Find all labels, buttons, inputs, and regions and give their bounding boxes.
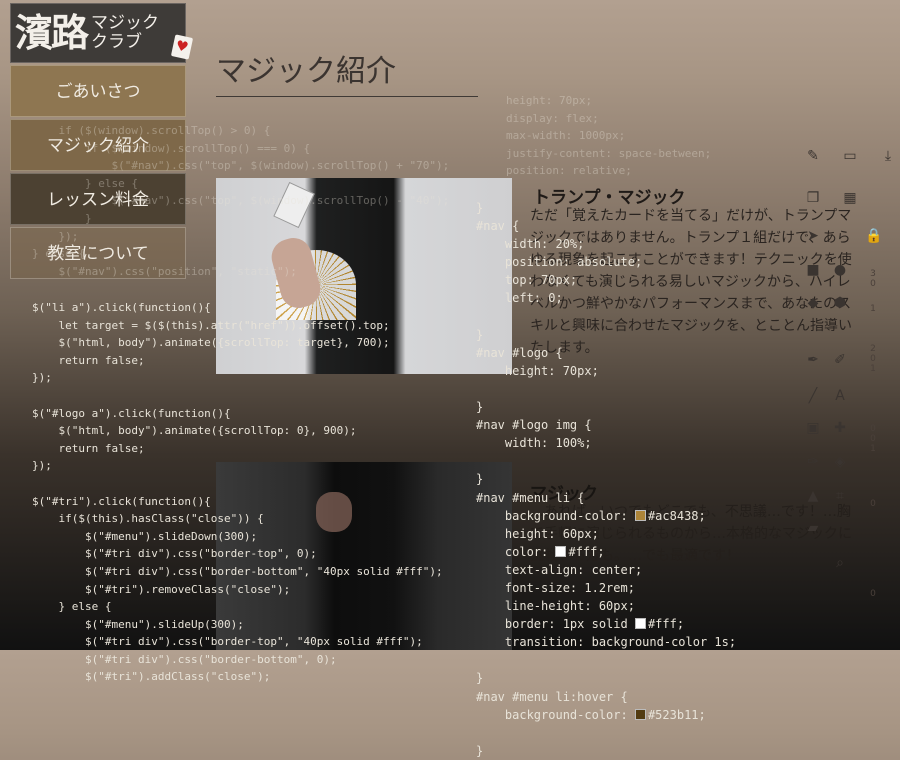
css-code-line (476, 380, 736, 398)
site-logo[interactable]: 濱路 マジック クラブ ♥ (10, 3, 194, 63)
css-code-line: } (476, 671, 484, 686)
circle-icon[interactable]: ● (832, 262, 848, 278)
square-icon[interactable]: ■ (805, 262, 821, 278)
logo-sub-line2: クラブ (91, 32, 143, 52)
css-code-line: #nav #menu li { (476, 490, 585, 505)
lock-icon[interactable]: 🔒 (865, 228, 882, 244)
css-code-line (476, 651, 736, 669)
text-icon[interactable]: A (832, 388, 848, 404)
copy-icon[interactable]: ❐ (805, 190, 821, 206)
css-code-line: font-size: 1.2rem; (476, 580, 635, 595)
ruler-number: 1 (870, 364, 876, 374)
css-code-line: position: absolute; (476, 255, 643, 270)
css-code-line: left: 0; (476, 291, 563, 306)
brush-icon[interactable]: ✐ (832, 352, 848, 368)
eraser-icon[interactable]: ▰ (805, 520, 821, 536)
ruler-number: 0 (870, 499, 876, 509)
css-code-line (476, 452, 736, 470)
ruler-number: 1 (870, 304, 876, 314)
css-code-line: background-color: #523b11; (476, 707, 706, 722)
crop-icon[interactable]: ⌗ (832, 488, 848, 504)
color-swatch[interactable] (634, 708, 646, 720)
css-code-line: #nav #menu li:hover { (476, 689, 628, 704)
fill-icon[interactable]: ◈ (832, 454, 848, 470)
color-swatch[interactable] (634, 509, 646, 521)
cursor-icon[interactable]: ➤ (805, 228, 821, 244)
plus-icon[interactable]: ✚ (832, 420, 848, 436)
css-code-line: background-color: #ac8438; (476, 508, 706, 523)
zoom-icon[interactable]: ⌕ (832, 555, 848, 571)
css-code-line: height: 70px; (476, 363, 599, 378)
logo-sub-line1: マジック (91, 13, 160, 33)
ruler-number: 0 (870, 354, 876, 364)
page-title: マジック紹介 (216, 46, 478, 97)
css-code-line: } (476, 327, 484, 342)
download-icon[interactable]: ⤓ (880, 148, 896, 164)
ruler-number: 0 (870, 589, 876, 599)
logo-main-text: 濱路 (15, 10, 89, 55)
css-code-line: } (476, 743, 484, 758)
grid-icon[interactable]: ▦ (842, 190, 858, 206)
css-code-line: width: 100%; (476, 436, 592, 451)
js-code-block-faded: if ($(window).scrollTop() > 0) { if ($(w… (32, 124, 450, 278)
line-icon[interactable]: ╱ (805, 388, 821, 404)
logo-sub-text: マジック クラブ (91, 14, 159, 52)
hexagon-icon[interactable]: ⬢ (832, 295, 848, 311)
ruler-number: 0 (870, 279, 876, 289)
css-code-line: } (476, 201, 484, 215)
css-code-line: #nav #logo { (476, 345, 563, 360)
tool-panel: ✎ ▭ ⤓ ❐ ▦ ➤ 🔒 ■ ● ◆ ⬢ ✒ ✐ ╱ A ▣ ✚ ✑ ◈ ▲ ⌗ ▰ ⌕ 3 0 1 2 0 1 0 0 1 0 0 (795, 140, 895, 640)
ruler-number: 0 (870, 424, 876, 434)
color-swatch[interactable] (634, 618, 646, 630)
css-code-block-faded: height: 70px; display: flex; max-width: … (506, 94, 712, 178)
css-code-line: width: 20%; (476, 237, 585, 252)
edit-icon[interactable]: ✎ (805, 148, 821, 164)
ruler-number: 1 (870, 444, 876, 454)
css-code-line: border: 1px solid #fff; (476, 617, 685, 632)
css-code-line: text-align: center; (476, 562, 643, 577)
css-code-line: line-height: 60px; (476, 599, 635, 614)
image-icon[interactable]: ▣ (805, 420, 821, 436)
stamp-icon[interactable]: ▲ (805, 488, 821, 504)
css-code-line: } (476, 400, 484, 415)
css-code-line: } (476, 472, 484, 487)
css-code-line (476, 308, 736, 326)
eyedropper-icon[interactable]: ✑ (805, 454, 821, 470)
ruler-number: 2 (870, 344, 876, 354)
ruler-number: 0 (870, 434, 876, 444)
heart-card-icon: ♥ (170, 34, 194, 60)
css-code-block: } #nav { width: 20%; position: absolute; … (476, 199, 736, 760)
css-code-line: transition: background-color 1s; (476, 635, 737, 650)
css-code-line: color: #fff; (476, 544, 605, 559)
js-code-block: $("li a").click(function(){ let target =… (32, 301, 443, 684)
css-code-line (476, 724, 736, 742)
css-code-line: #nav #logo img { (476, 418, 592, 433)
menu-item-greeting[interactable]: ごあいさつ (10, 65, 186, 117)
css-code-line: top: 70px; (476, 273, 578, 288)
css-code-line: #nav { (476, 219, 520, 234)
css-code-line: height: 60px; (476, 526, 599, 541)
color-swatch[interactable] (555, 545, 567, 557)
pen-icon[interactable]: ✒ (805, 352, 821, 368)
pin-icon[interactable]: ◆ (805, 295, 821, 311)
folder-icon[interactable]: ▭ (842, 148, 858, 164)
ruler-number: 3 (870, 269, 876, 279)
